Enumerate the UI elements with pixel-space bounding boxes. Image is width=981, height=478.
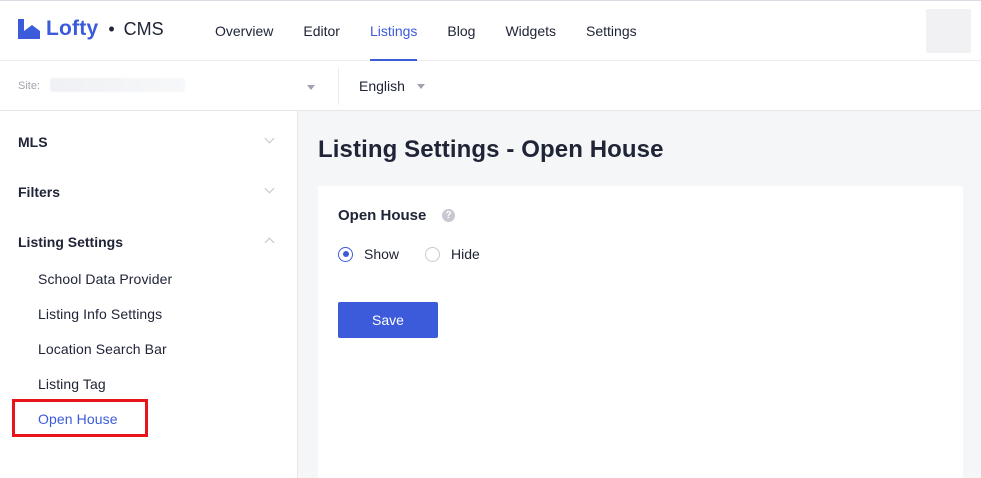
sidebar-group-filters[interactable]: Filters (18, 184, 60, 200)
divider (338, 67, 339, 105)
radio-show-label: Show (364, 246, 400, 262)
site-dropdown-caret-icon[interactable] (307, 85, 315, 90)
settings-card: Open House ? Show Hide Save (318, 186, 963, 478)
logo[interactable]: Lofty • CMS (17, 17, 164, 41)
nav-settings[interactable]: Settings (586, 1, 637, 61)
nav-overview[interactable]: Overview (215, 1, 273, 61)
nav-editor[interactable]: Editor (303, 1, 340, 61)
product-name: CMS (123, 18, 164, 39)
language-select[interactable]: English (359, 78, 405, 94)
main-nav: Overview Editor Listings Blog Widgets Se… (215, 1, 667, 61)
sidebar-item-listing-info-settings[interactable]: Listing Info Settings (38, 306, 162, 322)
page-title: Listing Settings - Open House (318, 136, 664, 163)
radio-hide-label: Hide (451, 246, 480, 262)
sidebar-group-listing-settings[interactable]: Listing Settings (18, 234, 123, 250)
sidebar-item-listing-tag[interactable]: Listing Tag (38, 376, 106, 392)
site-label: Site: (18, 80, 41, 92)
top-bar: Lofty • CMS Overview Editor Listings Blo… (0, 0, 981, 61)
sidebar-item-location-search-bar[interactable]: Location Search Bar (38, 341, 167, 357)
chevron-down-icon[interactable] (264, 183, 275, 194)
avatar[interactable] (926, 9, 971, 53)
sidebar: MLS Filters Listing Settings School Data… (0, 111, 298, 478)
nav-listings[interactable]: Listings (369, 1, 418, 61)
sidebar-group-mls[interactable]: MLS (18, 134, 48, 150)
logo-text: Lofty (46, 17, 99, 40)
open-house-label: Open House (338, 207, 427, 224)
language-dropdown-caret-icon[interactable] (417, 84, 425, 89)
save-button[interactable]: Save (338, 302, 438, 338)
site-bar: Site: English (0, 61, 981, 111)
logo-separator: • (108, 18, 115, 39)
radio-hide[interactable]: Hide (425, 246, 480, 262)
radio-show-circle[interactable] (338, 246, 353, 262)
nav-widgets[interactable]: Widgets (505, 1, 556, 61)
sidebar-item-school-data-provider[interactable]: School Data Provider (38, 271, 172, 287)
chevron-up-icon[interactable] (264, 237, 275, 248)
highlight-annotation (12, 399, 148, 437)
lofty-logo-icon (18, 19, 40, 39)
radio-show[interactable]: Show (338, 246, 399, 262)
nav-blog[interactable]: Blog (447, 1, 475, 61)
chevron-down-icon[interactable] (264, 133, 275, 144)
help-icon[interactable]: ? (442, 209, 455, 222)
radio-hide-circle[interactable] (425, 246, 440, 262)
site-select-value[interactable] (50, 78, 185, 92)
